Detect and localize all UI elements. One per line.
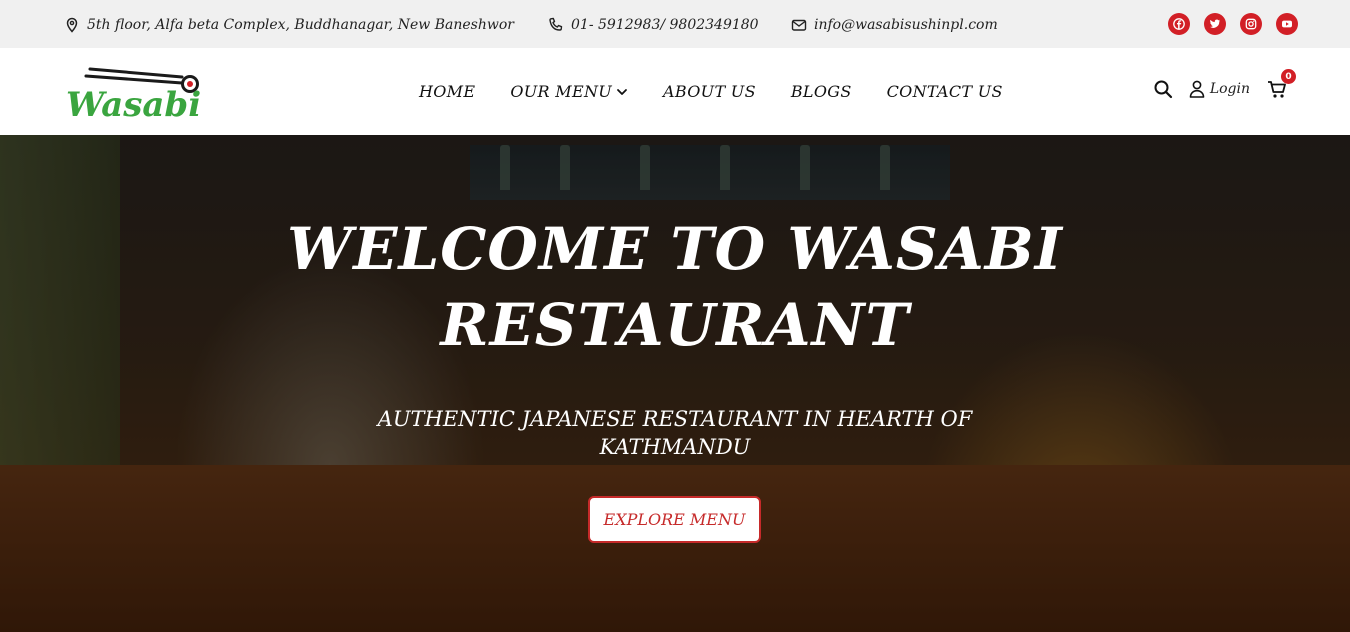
nav-our-menu[interactable]: OUR MENU <box>510 82 628 101</box>
logo-wordmark: Wasabi <box>66 85 201 120</box>
social-links <box>1168 13 1298 35</box>
nav-about-us[interactable]: ABOUT US <box>663 82 756 101</box>
hero-subtitle-line1: AUTHENTIC JAPANESE RESTAURANT IN HEARTH … <box>377 407 973 431</box>
nav-contact-us-label: CONTACT US <box>886 82 1003 101</box>
mail-icon <box>791 19 807 31</box>
nav-home[interactable]: HOME <box>419 82 475 101</box>
explore-menu-button[interactable]: EXPLORE MENU <box>588 496 761 543</box>
facebook-icon <box>1173 18 1185 30</box>
user-icon <box>1189 80 1205 98</box>
phone-icon <box>549 17 563 31</box>
phone-info[interactable]: 01- 5912983/ 9802349180 <box>548 14 759 36</box>
hero-subtitle: AUTHENTIC JAPANESE RESTAURANT IN HEARTH … <box>375 405 975 461</box>
nav-contact-us[interactable]: CONTACT US <box>887 82 1003 101</box>
top-contact-bar: 5th floor, Alfa beta Complex, Buddhanaga… <box>0 0 1350 48</box>
hero-dark-overlay <box>0 135 1350 632</box>
twitter-icon <box>1210 19 1220 28</box>
hero-banner: WELCOME TO WASABI RESTAURANT AUTHENTIC J… <box>0 135 1350 632</box>
youtube-icon <box>1282 20 1292 28</box>
facebook-link[interactable] <box>1168 13 1190 35</box>
hero-title: WELCOME TO WASABI RESTAURANT <box>0 211 1350 363</box>
wasabi-logo[interactable]: Wasabi <box>64 64 204 125</box>
twitter-link[interactable] <box>1204 13 1226 35</box>
logo-graphic: Wasabi <box>66 67 201 125</box>
address-info: 5th floor, Alfa beta Complex, Buddhanaga… <box>64 14 514 36</box>
email-text: info@wasabisushinpl.com <box>814 17 998 33</box>
nav-blogs[interactable]: BLOGS <box>791 82 852 101</box>
phone-text: 01- 5912983/ 9802349180 <box>571 17 759 33</box>
nav-about-us-label: ABOUT US <box>663 82 756 101</box>
hero-title-line2: RESTAURANT <box>440 291 910 359</box>
hero-title-line1: WELCOME TO WASABI <box>287 215 1063 283</box>
header-actions: Login 0 <box>1153 69 1296 100</box>
cart-button[interactable]: 0 <box>1266 69 1296 100</box>
main-header: Wasabi HOME OUR MENU ABOUT US BLOGS CONT… <box>0 48 1350 135</box>
nav-our-menu-label: OUR MENU <box>510 82 613 101</box>
instagram-icon <box>1245 18 1257 30</box>
cart-count-badge: 0 <box>1281 69 1296 84</box>
search-icon[interactable] <box>1153 79 1173 99</box>
main-navigation: HOME OUR MENU ABOUT US BLOGS CONTACT US <box>419 48 1003 135</box>
instagram-link[interactable] <box>1240 13 1262 35</box>
address-text: 5th floor, Alfa beta Complex, Buddhanaga… <box>87 17 514 33</box>
youtube-link[interactable] <box>1276 13 1298 35</box>
chevron-down-icon <box>617 88 627 95</box>
hero-subtitle-line2: KATHMANDU <box>599 435 751 459</box>
login-label: Login <box>1209 81 1250 97</box>
nav-blogs-label: BLOGS <box>790 82 852 101</box>
login-link[interactable]: Login <box>1189 80 1250 98</box>
location-pin-icon <box>66 17 78 33</box>
nav-home-label: HOME <box>419 82 476 101</box>
email-info[interactable]: info@wasabisushinpl.com <box>791 14 998 36</box>
